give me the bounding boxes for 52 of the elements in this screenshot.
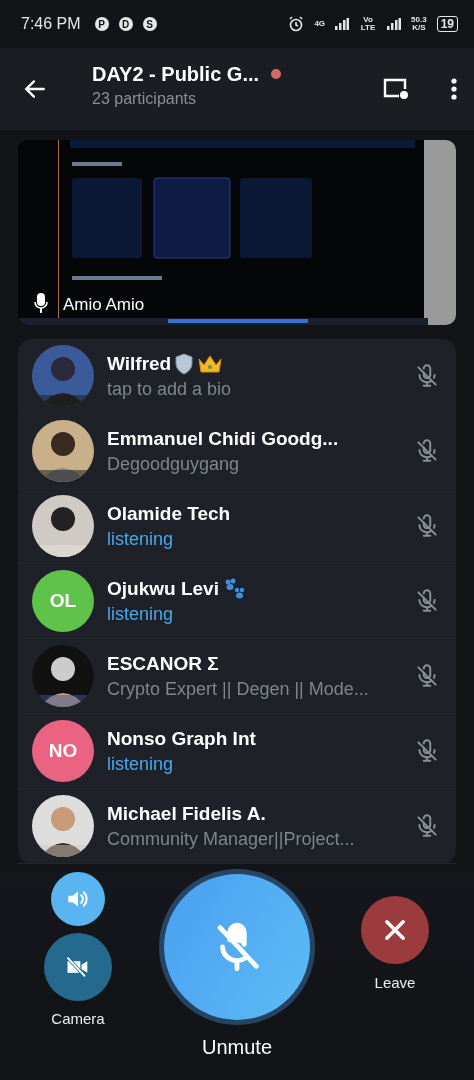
more-button[interactable] (450, 77, 458, 101)
participant-status: listening (107, 753, 175, 775)
mic-off-icon (414, 363, 440, 389)
participant-row[interactable]: ESCANOR Σ Crypto Expert || Degen || Mode... (18, 639, 456, 714)
participant-row[interactable]: OL Ojukwu Levi listening (18, 564, 456, 639)
camera-label: Camera (51, 1010, 105, 1027)
shield-icon (174, 352, 195, 375)
participant-name: ESCANOR Σ (107, 652, 219, 675)
clock: 7:46 PM (21, 15, 81, 33)
participant-bio: Degoodguygang (107, 453, 241, 475)
avatar: OL (32, 570, 94, 632)
alarm-icon (288, 16, 305, 32)
participant-bio: Crypto Expert || Degen || Mode... (107, 678, 370, 700)
participant-row[interactable]: Michael Fidelis A. Community Manager||Project... (18, 789, 456, 864)
participant-row[interactable]: Emmanuel Chidi Goodg... Degoodguygang (18, 414, 456, 489)
participant-count: 23 participants (92, 89, 198, 108)
participant-row[interactable]: NO Nonso Graph Int listening (18, 714, 456, 789)
battery-level: 19 (436, 16, 458, 32)
participant-status: listening (107, 603, 175, 625)
participant-name: Nonso Graph Int (107, 727, 256, 750)
mic-off-icon (414, 663, 440, 689)
participant-row[interactable]: Wilfred tap to add a bio (18, 339, 456, 414)
speaker-button[interactable] (51, 872, 105, 926)
mic-off-icon (414, 738, 440, 764)
mic-off-icon (414, 513, 440, 539)
microphone-icon (34, 293, 48, 313)
avatar: NO (32, 720, 94, 782)
participant-bio: Community Manager||Project... (107, 828, 356, 850)
leave-label: Leave (374, 974, 416, 991)
notification-icon: D (118, 17, 133, 31)
participant-status: listening (107, 528, 175, 550)
notification-icon: P (94, 17, 109, 31)
participant-name: Wilfred (107, 352, 172, 375)
signal-icon (335, 18, 350, 30)
network-label: Vo LTE (359, 16, 377, 32)
mic-off-icon (414, 588, 440, 614)
network-label: 4G (314, 20, 326, 28)
speaker-name: Amio Amio (63, 295, 145, 315)
mic-off-icon (414, 813, 440, 839)
data-speed: 50.3 K/S (411, 16, 427, 32)
notification-icon: S (142, 17, 157, 31)
participant-name: Olamide Tech (107, 502, 231, 525)
participant-name: Emmanuel Chidi Goodg... (107, 427, 339, 450)
signal-icon (387, 18, 402, 30)
unmute-label: Unmute (202, 1036, 272, 1059)
chat-title: DAY2 - Public G... (92, 62, 260, 86)
participant-name: Ojukwu Levi (107, 577, 219, 600)
screen-share-button[interactable] (382, 76, 410, 102)
mic-off-icon (414, 438, 440, 464)
participant-bio: tap to add a bio (107, 378, 233, 400)
participant-name: Michael Fidelis A. (107, 802, 266, 825)
participant-row[interactable]: Olamide Tech listening (18, 489, 456, 564)
